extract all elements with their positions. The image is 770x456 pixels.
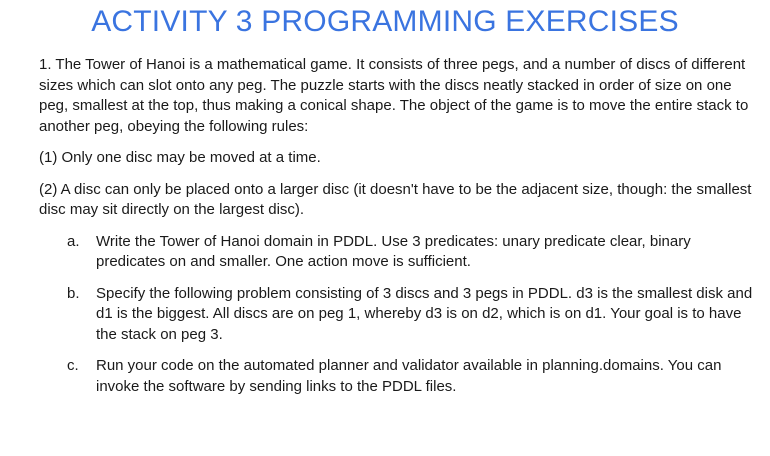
task-c-text: Run your code on the automated planner a…: [96, 357, 722, 395]
task-b-text: Specify the following problem consisting…: [96, 284, 753, 343]
list-item: b. Specify the following problem consist…: [67, 284, 759, 346]
rule-1: (1) Only one disc may be moved at a time…: [39, 149, 321, 166]
intro-paragraph: 1. The Tower of Hanoi is a mathematical …: [39, 56, 749, 135]
rule-2: (2) A disc can only be placed onto a lar…: [39, 180, 752, 219]
document-body: 1. The Tower of Hanoi is a mathematical …: [39, 55, 759, 408]
list-item: a. Write the Tower of Hanoi domain in PD…: [67, 232, 759, 273]
list-item: c. Run your code on the automated planne…: [67, 356, 759, 397]
page-title: ACTIVITY 3 PROGRAMMING EXERCISES: [91, 5, 679, 38]
list-marker: c.: [67, 357, 79, 374]
task-list: a. Write the Tower of Hanoi domain in PD…: [67, 232, 759, 398]
list-marker: a.: [67, 232, 80, 250]
list-marker: b.: [67, 284, 80, 302]
task-a-text: Write the Tower of Hanoi domain in PDDL.…: [96, 232, 691, 271]
